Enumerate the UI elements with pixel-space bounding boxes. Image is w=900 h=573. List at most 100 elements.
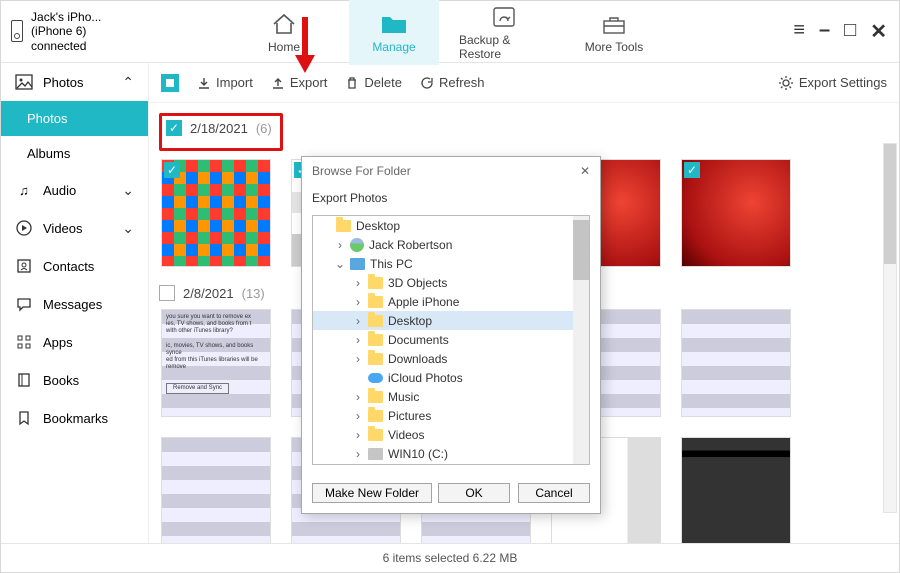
export-label: Export	[290, 75, 328, 90]
photo-thumbnail[interactable]: ✓	[681, 159, 791, 267]
group-count: (6)	[256, 121, 272, 136]
tree-node[interactable]: ›Data (D:)	[313, 463, 589, 465]
messages-icon	[15, 295, 33, 313]
sidebar-videos-label: Videos	[43, 221, 83, 236]
contacts-icon	[15, 257, 33, 275]
group-checkbox[interactable]: ✓	[166, 120, 182, 136]
photo-icon	[15, 73, 33, 91]
refresh-label: Refresh	[439, 75, 485, 90]
delete-button[interactable]: Delete	[345, 75, 402, 90]
gear-icon	[778, 75, 794, 91]
tree-node[interactable]: iCloud Photos	[313, 368, 589, 387]
export-settings-label: Export Settings	[799, 75, 887, 90]
books-icon	[15, 371, 33, 389]
group-date: 2/18/2021	[190, 121, 248, 136]
sidebar-item-books[interactable]: Books	[1, 361, 148, 399]
make-new-folder-button[interactable]: Make New Folder	[312, 483, 432, 503]
sidebar-item-contacts[interactable]: Contacts	[1, 247, 148, 285]
close-button[interactable]: ✕	[870, 19, 887, 44]
annotation-highlight: ✓ 2/18/2021 (6)	[159, 113, 283, 151]
cancel-button[interactable]: Cancel	[518, 483, 590, 503]
tree-node[interactable]: ›WIN10 (C:)	[313, 444, 589, 463]
chevron-up-icon: ⌃	[122, 74, 134, 91]
sidebar-bookmarks-label: Bookmarks	[43, 411, 108, 426]
top-bar: Jack's iPho... (iPhone 6) connected Home…	[1, 1, 899, 63]
backup-icon	[490, 5, 518, 29]
window-controls: ≡ – □ ✕	[793, 19, 899, 44]
tree-node[interactable]: ⌄This PC	[313, 254, 589, 273]
group-checkbox[interactable]	[159, 285, 175, 301]
tab-backup-label: Backup & Restore	[459, 33, 549, 61]
tree-node[interactable]: ›Music	[313, 387, 589, 406]
sidebar-apps-label: Apps	[43, 335, 73, 350]
status-text: 6 items selected 6.22 MB	[383, 551, 518, 565]
sidebar-item-apps[interactable]: Apps	[1, 323, 148, 361]
bookmark-icon	[15, 409, 33, 427]
tree-node[interactable]: ›Apple iPhone	[313, 292, 589, 311]
tree-node[interactable]: ›Videos	[313, 425, 589, 444]
photo-thumbnail[interactable]: you sure you want to remove exies, TV sh…	[161, 309, 271, 417]
tab-backup[interactable]: Backup & Restore	[459, 0, 549, 65]
sidebar-item-bookmarks[interactable]: Bookmarks	[1, 399, 148, 437]
sidebar-item-photos[interactable]: Photos ⌃	[1, 63, 148, 101]
tree-node[interactable]: ›Downloads	[313, 349, 589, 368]
sidebar-books-label: Books	[43, 373, 79, 388]
tab-tools[interactable]: More Tools	[569, 0, 659, 65]
thumb-checkbox[interactable]: ✓	[684, 162, 700, 178]
sidebar: Photos ⌃ Photos Albums ♫ Audio ⌄ Videos …	[1, 63, 149, 543]
tree-node[interactable]: Desktop	[313, 216, 589, 235]
device-info: Jack's iPho... (iPhone 6) connected	[1, 10, 149, 53]
tree-node[interactable]: ›Documents	[313, 330, 589, 349]
tab-manage[interactable]: Manage	[349, 0, 439, 65]
tree-node[interactable]: ›Pictures	[313, 406, 589, 425]
export-button[interactable]: Export	[271, 75, 328, 90]
sidebar-sub-photos[interactable]: Photos	[1, 101, 148, 136]
tab-manage-label: Manage	[372, 40, 415, 54]
photo-thumbnail[interactable]	[681, 437, 791, 543]
refresh-button[interactable]: Refresh	[420, 75, 485, 90]
photo-thumbnail[interactable]: ✓	[161, 159, 271, 267]
sidebar-sub-albums-label: Albums	[27, 146, 70, 161]
sidebar-photos-label: Photos	[43, 75, 83, 90]
group-date: 2/8/2021	[183, 286, 234, 301]
folder-tree[interactable]: Desktop›Jack Robertson⌄This PC›3D Object…	[312, 215, 590, 465]
export-settings-button[interactable]: Export Settings	[778, 75, 887, 91]
minimize-button[interactable]: –	[819, 19, 830, 44]
tree-node[interactable]: ›Desktop	[313, 311, 589, 330]
delete-label: Delete	[364, 75, 402, 90]
group-count: (13)	[242, 286, 265, 301]
photo-thumbnail[interactable]	[681, 309, 791, 417]
sidebar-messages-label: Messages	[43, 297, 102, 312]
tree-node[interactable]: ›Jack Robertson	[313, 235, 589, 254]
sidebar-item-audio[interactable]: ♫ Audio ⌄	[1, 171, 148, 209]
sidebar-audio-label: Audio	[43, 183, 76, 198]
tab-home-label: Home	[268, 40, 300, 54]
dialog-close-button[interactable]: ✕	[580, 164, 590, 178]
browse-folder-dialog: Browse For Folder ✕ Export Photos Deskto…	[301, 156, 601, 514]
ok-button[interactable]: OK	[438, 483, 510, 503]
tree-node[interactable]: ›3D Objects	[313, 273, 589, 292]
content-toolbar: Import Export Delete Refresh Export Sett…	[149, 63, 899, 103]
import-button[interactable]: Import	[197, 75, 253, 90]
select-all-checkbox[interactable]	[161, 74, 179, 92]
sidebar-sub-albums[interactable]: Albums	[1, 136, 148, 171]
sidebar-sub-photos-label: Photos	[27, 111, 67, 126]
dialog-title: Browse For Folder	[312, 164, 411, 178]
device-name: Jack's iPho... (iPhone 6)	[31, 10, 139, 39]
import-label: Import	[216, 75, 253, 90]
dialog-subtitle: Export Photos	[302, 185, 600, 215]
thumb-checkbox[interactable]: ✓	[164, 162, 180, 178]
maximize-button[interactable]: □	[844, 19, 856, 44]
vertical-scrollbar[interactable]	[883, 143, 897, 513]
tab-home[interactable]: Home	[239, 0, 329, 65]
main-tabs: Home Manage Backup & Restore More Tools	[149, 0, 793, 65]
music-icon: ♫	[15, 181, 33, 199]
sidebar-item-messages[interactable]: Messages	[1, 285, 148, 323]
tree-scrollbar[interactable]	[573, 216, 589, 464]
tab-tools-label: More Tools	[585, 40, 643, 54]
sidebar-item-videos[interactable]: Videos ⌄	[1, 209, 148, 247]
menu-icon[interactable]: ≡	[793, 19, 805, 44]
chevron-down-icon: ⌄	[122, 182, 134, 199]
phone-icon	[11, 20, 23, 42]
photo-thumbnail[interactable]	[161, 437, 271, 543]
